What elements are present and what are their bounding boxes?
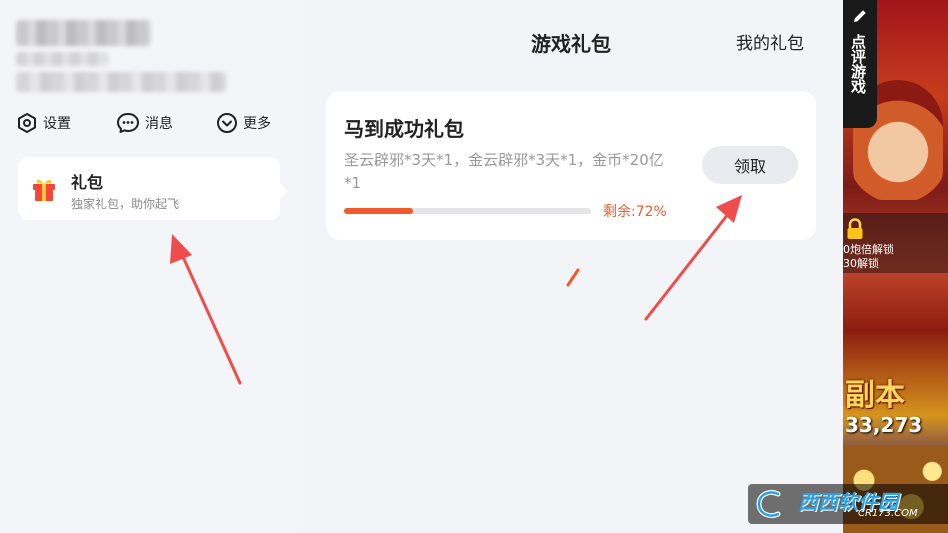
more-button[interactable]: 更多 [216,112,271,134]
loading-spinner-icon [566,268,580,287]
sidebar-item-gifts[interactable]: 礼包 独家礼包，助你起飞 [18,157,288,220]
site-watermark: 西西软件园 CR173.COM [748,484,948,524]
gift-entry-title: 礼包 [71,173,104,192]
lock-icon [847,218,863,239]
gift-panel: 游戏礼包 我的礼包 马到成功礼包 圣云辟邪*3天*1，金云辟邪*3天*1，金币*… [304,6,838,526]
settings-label: 设置 [43,116,71,132]
profile-name-blurred [16,20,151,46]
gift-icon [33,179,55,201]
profile-info-blurred [16,72,226,92]
more-label: 更多 [243,116,271,132]
settings-button[interactable]: 设置 [16,112,71,134]
settings-icon [18,113,36,133]
chevron-down-circle-icon [217,113,237,133]
message-icon [117,113,139,133]
annotation-arrow [170,234,242,385]
gift-pack-description: 圣云辟邪*3天*1，金云辟邪*3天*1，金币*20亿*1 [344,151,664,192]
review-game-tab[interactable]: 点评游戏 [843,0,877,128]
profile-id-blurred [16,52,108,66]
gift-entry-subtitle: 独家礼包，助你起飞 [71,197,180,211]
game-ad-banner[interactable]: 0炮倍解锁 30解锁 副本 33,273 点评游戏 [843,0,948,533]
my-gifts-link[interactable]: 我的礼包 [736,29,804,54]
remaining-progress-fill [344,208,414,214]
left-panel: 设置 消息 更多 礼包 独家礼包，助你起飞 [0,0,298,533]
messages-label: 消息 [145,116,173,132]
banner-number: 33,273 [845,413,923,437]
pencil-icon [854,10,866,22]
watermark-logo-icon [756,489,781,519]
remaining-progress-bar [344,208,591,214]
gift-pack-title: 马到成功礼包 [344,117,464,141]
review-game-label: 点评游戏 [849,34,867,94]
unlock-text: 0炮倍解锁 30解锁 [843,243,894,270]
annotation-arrow [644,195,742,321]
watermark-url: CR173.COM [858,508,918,519]
claim-button[interactable]: 领取 [702,146,798,184]
banner-headline: 副本 [845,378,905,413]
messages-button[interactable]: 消息 [116,112,173,134]
